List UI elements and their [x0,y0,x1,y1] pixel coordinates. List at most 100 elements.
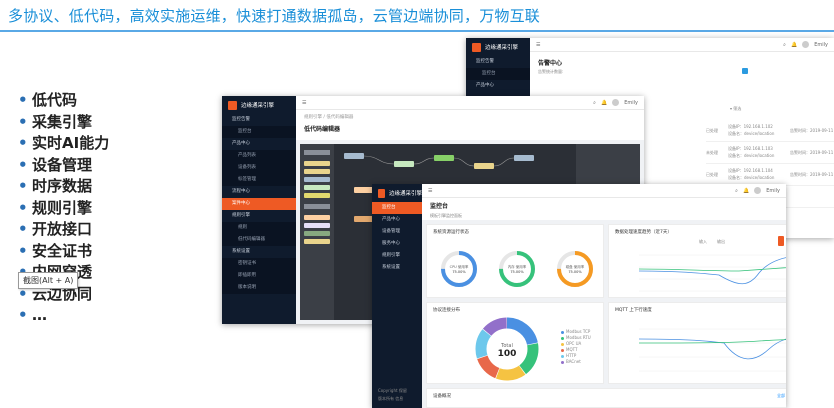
flow-node [344,153,364,159]
feature-label: 设备管理 [32,155,93,174]
palette-node[interactable] [304,177,330,182]
palette-node[interactable] [304,193,330,198]
tab-bar: 全部 在线 离线 [777,393,786,399]
flow-node [394,161,414,167]
sidebar-item[interactable]: 低代码编辑器 [222,234,296,246]
bullet-icon: • [18,306,28,324]
page-header: 监控台 模板引擎监控面板 [422,198,786,220]
sidebar-item[interactable]: 产品列表 [222,150,296,162]
sidebar-item[interactable]: 监控台 [222,126,296,138]
logo-icon [472,42,481,52]
sidebar-item[interactable]: 系统设置 [222,246,296,258]
avatar[interactable] [612,99,620,106]
flow-node [474,163,494,169]
sidebar-item-products[interactable]: 产品中心 [466,80,530,92]
menu-toggle-icon[interactable]: ☰ [302,100,306,106]
tab-all[interactable]: 全部 [777,393,785,399]
bell-icon[interactable]: 🔔 [601,100,607,106]
search-icon[interactable]: ⌕ [593,100,596,106]
sidebar-item-dashboard[interactable]: 监控台 [466,68,530,80]
menu-toggle-icon[interactable]: ☰ [536,42,540,48]
device-name: 设备名：device/location [728,175,775,180]
sidebar-item[interactable]: 设备管理 [372,226,422,238]
status-text: 已处理 [706,128,718,133]
sidebar-item-monitor[interactable]: 监控告警 [466,56,530,68]
legend-swatch [561,360,564,364]
feature-item: • 安全证书 [18,241,109,263]
palette-node[interactable] [304,215,330,220]
divider [0,30,834,32]
donut-legend: Modbus TCP Modbus RTU OPC UA MQTT HTTP BACnet [561,329,591,365]
menu-toggle-icon[interactable]: ☰ [428,188,432,194]
expand-icon[interactable] [742,68,748,74]
alarm-row[interactable]: 未处理 设备IP：192.168.1.103 设备名：device/location… [706,142,834,164]
sidebar-item[interactable]: 案件中心 [222,198,296,210]
node-palette [300,144,334,320]
page-title: 告警中心 [538,60,563,67]
bell-icon[interactable]: 🔔 [791,42,797,48]
topbar: ☰ ⌕ 🔔 Emily [530,38,834,52]
search-icon[interactable]: ⌕ [783,42,786,48]
mqtt-chart [638,328,786,372]
legend-item: BACnet [561,359,591,365]
sidebar-item[interactable]: 密钥证书 [222,258,296,270]
sidebar-item[interactable]: 监控告警 [222,114,296,126]
gauge-label: 磁盘 使用率 [566,264,585,269]
card-title: 设备概况 [433,394,451,399]
sidebar-item[interactable]: 产品中心 [372,214,422,226]
avatar[interactable] [802,41,810,48]
side-tab[interactable] [778,236,784,246]
palette-node[interactable] [304,185,330,190]
sidebar-item[interactable]: 标签管理 [222,174,296,186]
search-icon[interactable]: ⌕ [735,188,738,194]
brand: 边缘通采引擎 [222,96,296,114]
feature-item: • 采集引擎 [18,112,109,134]
alarm-row[interactable]: 已处理 设备IP：192.168.1.104 设备名：device/location… [706,164,834,186]
sidebar-item[interactable]: 设备列表 [222,162,296,174]
feature-label: 规则引擎 [32,198,93,217]
sidebar-item[interactable]: 监控台 [372,202,422,214]
palette-node[interactable] [304,161,330,166]
bullet-icon: • [18,112,28,131]
sidebar-item[interactable]: 规则引擎 [372,250,422,262]
sidebar: 边缘通采引擎 监控告警 监控台 产品中心 产品列表 设备列表 标签管理 流程中心 案件中心 规则… [222,96,296,324]
palette-node[interactable] [304,169,330,174]
copyright-text: Copyright 保留 [378,388,407,393]
feature-list: • 低代码 • 采集引擎 • 实时AI能力 • 设备管理 • 时序数据 • 规则引擎 • 开放接口 • 安全证… [18,90,109,327]
feature-item: •… [18,305,109,327]
device-card: 设备概况 全部 在线 离线 [426,388,786,408]
avatar[interactable] [754,187,762,194]
sidebar-item[interactable]: 版本说明 [222,282,296,294]
sidebar-item[interactable]: 流程中心 [222,186,296,198]
legend-label: BACnet [566,359,581,364]
user-name[interactable]: Emily [814,42,828,48]
sidebar-item[interactable]: 服务中心 [372,238,422,250]
palette-category [304,150,330,155]
topbar: ☰ ⌕ 🔔 Emily [422,184,786,198]
palette-node[interactable] [304,223,330,228]
user-name[interactable]: Emily [624,100,638,106]
bullet-icon: • [18,220,28,238]
user-name[interactable]: Emily [766,188,780,194]
palette-node[interactable] [304,239,330,244]
feature-label: 采集引擎 [32,112,93,131]
sidebar-item[interactable]: 系统设置 [372,262,422,274]
sidebar-item[interactable]: 产品中心 [222,138,296,150]
sidebar-menu: 监控台 产品中心 设备管理 服务中心 规则引擎 系统设置 [372,202,422,274]
palette-node[interactable] [304,231,330,236]
sidebar-item[interactable]: 即插即用 [222,270,296,282]
filter-label[interactable]: ▾ 筛选 [730,106,741,112]
bell-icon[interactable]: 🔔 [743,188,749,194]
version-text: 版本所有 信息 [378,396,404,401]
alarm-row[interactable]: 已处理 设备IP：192.168.1.102 设备名：device/location… [706,120,834,142]
sidebar-item[interactable]: 规则 [222,222,296,234]
logo-icon [378,188,385,198]
flow-node [434,155,454,161]
brand: 边缘通采引擎 [466,38,530,56]
feature-label: … [32,306,47,324]
legend-swatch [561,354,564,358]
sidebar-item[interactable]: 规则引擎 [222,210,296,222]
feature-label: 实时AI能力 [32,134,110,152]
sidebar-menu: 监控告警 监控台 产品中心 产品列表 设备列表 标签管理 流程中心 案件中心 规则引擎 规则 低代码… [222,114,296,294]
gauge-label: CPU 使用率 [450,264,469,269]
